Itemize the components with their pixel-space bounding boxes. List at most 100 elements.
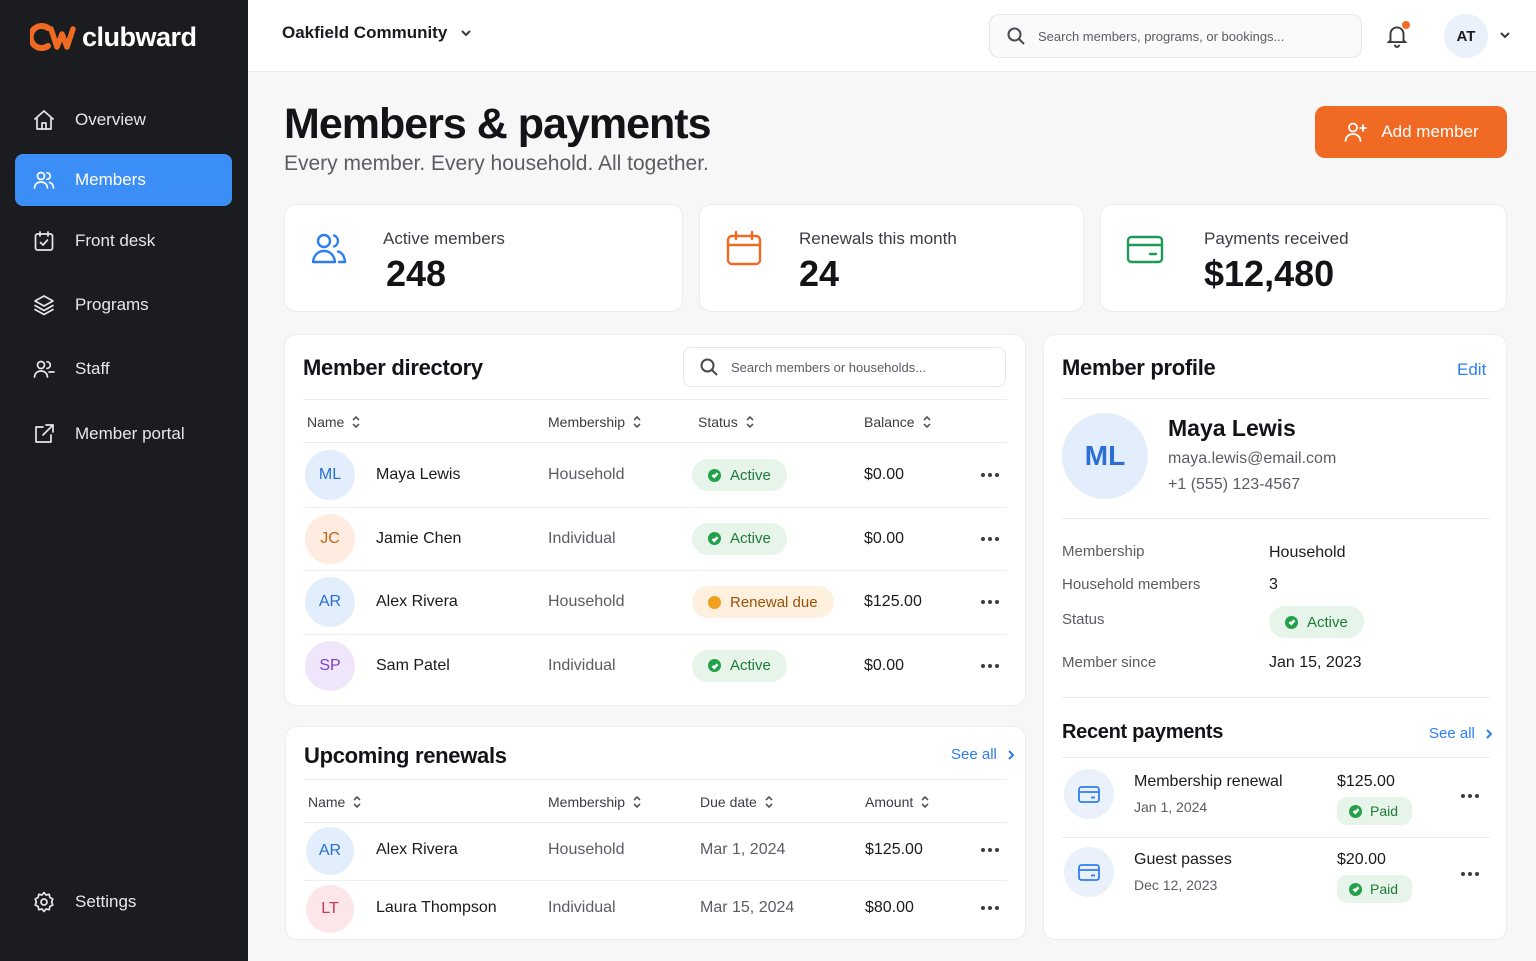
divider <box>1062 518 1490 519</box>
avatar: LT <box>306 885 354 933</box>
member-name[interactable]: Alex Rivera <box>376 593 458 611</box>
brand-logo[interactable]: clubward <box>30 20 197 54</box>
more-options-button[interactable] <box>978 529 1002 549</box>
more-options-button[interactable] <box>978 656 1002 676</box>
status-label: Active <box>730 530 771 547</box>
payment-icon <box>1064 769 1114 819</box>
balance: $0.00 <box>864 656 905 674</box>
org-switcher[interactable]: Oakfield Community <box>282 23 473 43</box>
table-row[interactable]: SP Sam Patel Individual Active $0.00 <box>303 635 1007 699</box>
sidebar-item-members[interactable]: Members <box>15 154 232 206</box>
column-header-status[interactable]: Status <box>698 414 754 430</box>
more-options-button[interactable] <box>1458 864 1482 884</box>
sidebar-item-member-portal[interactable]: Member portal <box>15 408 232 460</box>
section-title: Upcoming renewals <box>304 743 507 768</box>
sidebar-item-staff[interactable]: Staff <box>15 343 232 395</box>
user-menu-toggle[interactable] <box>1498 28 1512 47</box>
status-label: Active <box>730 466 771 484</box>
table-row[interactable]: ML Maya Lewis Household Active $0.00 <box>303 444 1007 508</box>
layers-icon <box>31 292 57 318</box>
sidebar-item-settings[interactable]: Settings <box>15 876 232 928</box>
global-search-input[interactable] <box>1038 28 1361 44</box>
membership-type: Individual <box>548 656 616 674</box>
member-directory-card: Member directory Name Membership Status … <box>284 334 1026 706</box>
chevron-right-icon <box>1486 728 1493 739</box>
status-badge: Active <box>692 522 787 555</box>
sidebar-item-programs[interactable]: Programs <box>15 279 232 331</box>
sidebar-item-front-desk[interactable]: Front desk <box>15 215 232 267</box>
member-name[interactable]: Laura Thompson <box>376 899 497 917</box>
more-options-button[interactable] <box>978 898 1002 918</box>
calendar-check-icon <box>31 228 57 254</box>
column-header-membership[interactable]: Membership <box>548 794 641 810</box>
dot <box>988 600 992 604</box>
sort-icon <box>923 416 931 428</box>
directory-search[interactable] <box>683 347 1006 387</box>
status-label: Active <box>730 657 771 674</box>
add-member-button[interactable]: Add member <box>1315 106 1507 158</box>
member-name[interactable]: Jamie Chen <box>376 530 461 548</box>
column-label: Name <box>307 414 345 430</box>
notifications-button[interactable] <box>1384 21 1412 50</box>
dot <box>988 848 992 852</box>
status-label: Active <box>1307 613 1348 631</box>
calendar-icon <box>724 229 764 269</box>
more-options-button[interactable] <box>978 840 1002 860</box>
field-label: Membership <box>1062 543 1145 560</box>
membership-type: Household <box>548 593 625 610</box>
member-name[interactable]: Maya Lewis <box>376 466 460 484</box>
credit-card-icon <box>1125 229 1165 269</box>
dot <box>981 663 985 668</box>
column-label: Name <box>308 794 346 810</box>
column-header-balance[interactable]: Balance <box>864 414 931 430</box>
search-icon <box>1007 27 1025 45</box>
edit-profile-link[interactable]: Edit <box>1457 360 1486 380</box>
more-options-button[interactable] <box>1458 786 1482 806</box>
table-header: Name Membership Due date Amount <box>304 779 1007 823</box>
sort-icon <box>353 796 361 808</box>
chevron-right-icon <box>1008 749 1015 760</box>
sort-icon <box>765 796 773 808</box>
column-header-membership[interactable]: Membership <box>548 414 641 430</box>
more-options-button[interactable] <box>978 592 1002 612</box>
status-badge: Paid <box>1337 875 1413 903</box>
directory-search-input[interactable] <box>731 359 1005 375</box>
table-row[interactable]: AR Alex Rivera Household Renewal due $125.00 <box>303 571 1007 635</box>
column-header-amount[interactable]: Amount <box>865 794 929 810</box>
gear-icon <box>31 889 57 915</box>
status-label: Paid <box>1370 881 1399 897</box>
column-header-name[interactable]: Name <box>308 794 361 810</box>
user-avatar[interactable]: AT <box>1444 14 1488 58</box>
sort-icon <box>352 416 360 428</box>
member-name[interactable]: Sam Patel <box>376 657 450 675</box>
stat-value: 24 <box>799 253 840 294</box>
field-label: Household members <box>1062 576 1201 593</box>
sidebar-item-overview[interactable]: Overview <box>15 94 232 146</box>
dot <box>1461 794 1465 798</box>
stat-value: 248 <box>386 253 447 294</box>
column-label: Membership <box>548 794 626 810</box>
table-row[interactable]: AR Alex Rivera Household Mar 1, 2024 $125.00 <box>304 823 1007 881</box>
payments-see-all-link[interactable]: See all <box>1429 725 1495 742</box>
notification-dot <box>1402 21 1410 29</box>
more-options-button[interactable] <box>978 465 1002 485</box>
table-header: Name Membership Status Balance <box>303 399 1007 443</box>
renewals-see-all-link[interactable]: See all <box>951 746 1017 763</box>
payment-icon <box>1064 847 1114 897</box>
column-header-due-date[interactable]: Due date <box>700 794 773 810</box>
page-title: Members & payments <box>284 100 711 148</box>
membership-type: Individual <box>548 529 616 547</box>
membership-type: Household <box>548 841 625 858</box>
global-search[interactable] <box>989 14 1362 58</box>
column-label: Amount <box>865 794 914 810</box>
payment-title[interactable]: Membership renewal <box>1134 773 1283 791</box>
alert-icon <box>708 595 721 609</box>
column-header-name[interactable]: Name <box>307 414 360 430</box>
member-name[interactable]: Alex Rivera <box>376 841 458 859</box>
payment-title[interactable]: Guest passes <box>1134 851 1232 869</box>
users-icon <box>309 229 349 269</box>
balance: $0.00 <box>864 529 905 547</box>
dot <box>1468 794 1472 798</box>
table-row[interactable]: JC Jamie Chen Individual Active $0.00 <box>303 508 1007 571</box>
table-row[interactable]: LT Laura Thompson Individual Mar 15, 2024 $8… <box>304 881 1007 939</box>
